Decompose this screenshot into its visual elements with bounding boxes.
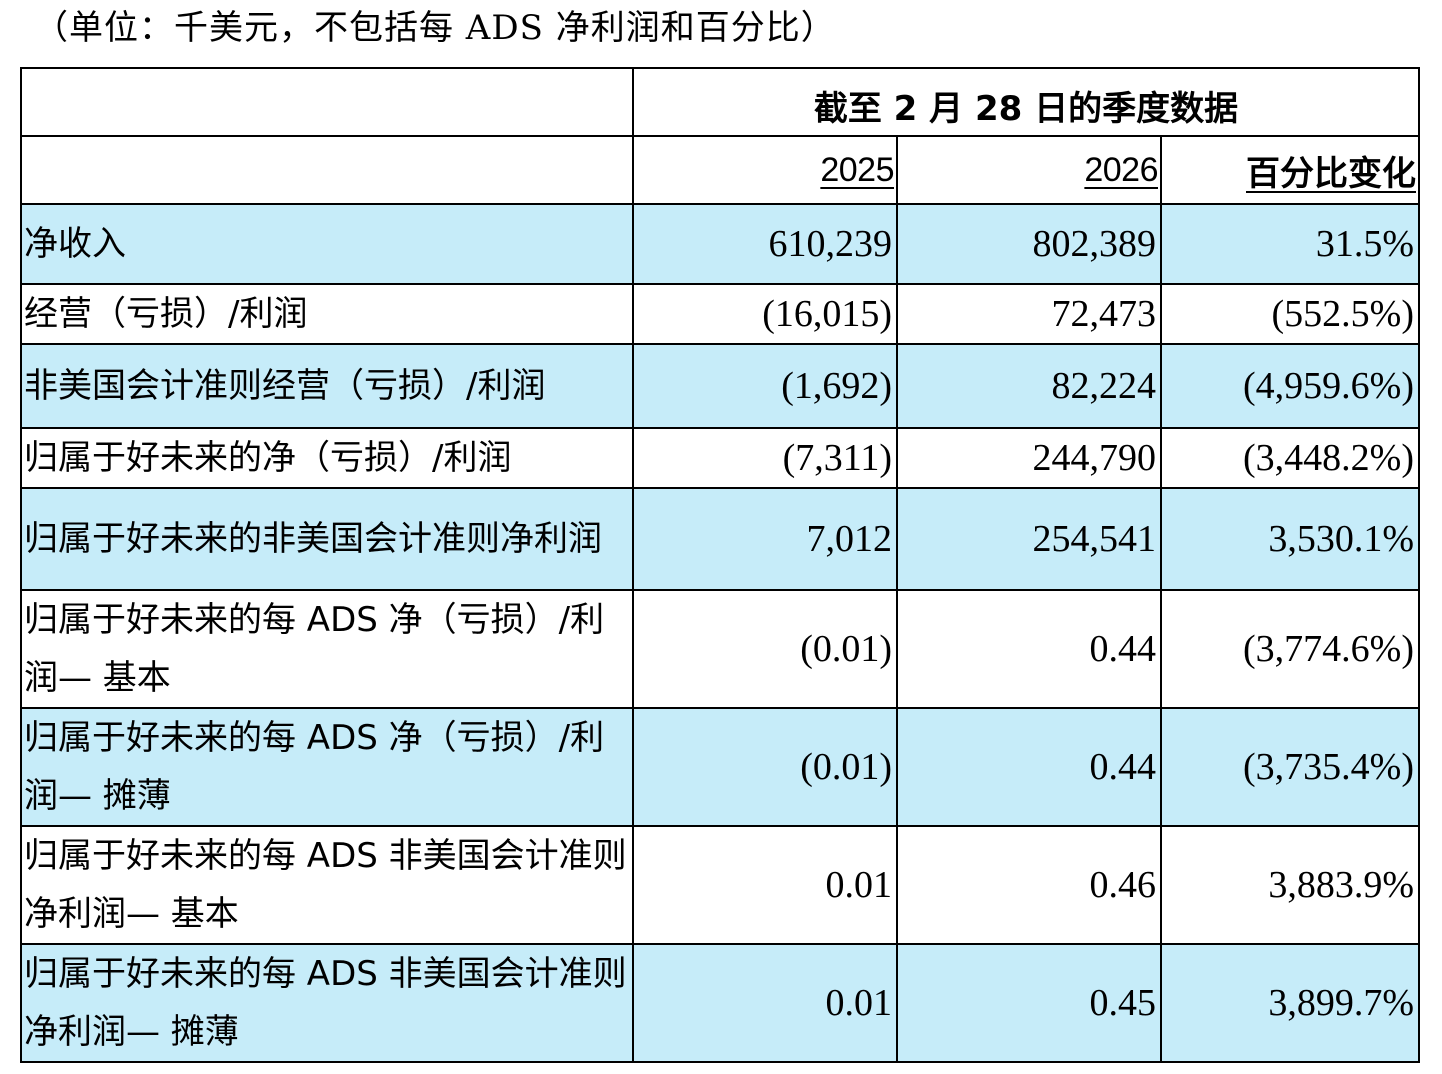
column-header-2025: 2025 — [632, 135, 898, 205]
value-2025: 0.01 — [632, 825, 898, 945]
value-2025: (0.01) — [632, 707, 898, 827]
value-2026: 254,541 — [896, 487, 1162, 591]
value-2026: 72,473 — [896, 283, 1162, 345]
column-header-2025-label: 2025 — [820, 151, 894, 189]
financial-summary-table: 截至 2 月 28 日的季度数据 2025 2026 百分比变化 净收入 610… — [20, 67, 1420, 1063]
row-label: 归属于好未来的每 ADS 非美国会计准则净利润— 基本 — [20, 825, 634, 945]
header-blank-cell — [20, 67, 634, 137]
table-row: 归属于好未来的非美国会计准则净利润 7,012 254,541 3,530.1% — [20, 487, 1420, 591]
row-label: 非美国会计准则经营（亏损）/利润 — [20, 343, 634, 429]
row-label: 经营（亏损）/利润 — [20, 283, 634, 345]
unit-note: （单位：千美元，不包括每 ADS 净利润和百分比） — [34, 8, 836, 48]
column-header-row: 2025 2026 百分比变化 — [20, 135, 1420, 205]
table-row: 归属于好未来的每 ADS 非美国会计准则净利润— 基本 0.01 0.46 3,… — [20, 825, 1420, 945]
row-label: 归属于好未来的非美国会计准则净利润 — [20, 487, 634, 591]
value-2026: 0.44 — [896, 589, 1162, 709]
row-label: 归属于好未来的每 ADS 非美国会计准则净利润— 摊薄 — [20, 943, 634, 1063]
value-change: (552.5%) — [1160, 283, 1420, 345]
value-2026: 0.46 — [896, 825, 1162, 945]
table-row: 归属于好未来的每 ADS 非美国会计准则净利润— 摊薄 0.01 0.45 3,… — [20, 943, 1420, 1063]
value-change: 3,883.9% — [1160, 825, 1420, 945]
column-header-change-label: 百分比变化 — [1246, 153, 1416, 194]
column-header-change: 百分比变化 — [1160, 135, 1420, 205]
value-2026: 82,224 — [896, 343, 1162, 429]
value-2026: 244,790 — [896, 427, 1162, 489]
value-change: (3,448.2%) — [1160, 427, 1420, 489]
value-change: (4,959.6%) — [1160, 343, 1420, 429]
value-2025: (7,311) — [632, 427, 898, 489]
value-2025: 610,239 — [632, 203, 898, 285]
table-row: 归属于好未来的每 ADS 净（亏损）/利润— 基本 (0.01) 0.44 (3… — [20, 589, 1420, 709]
row-label: 归属于好未来的每 ADS 净（亏损）/利润— 摊薄 — [20, 707, 634, 827]
value-change: 3,899.7% — [1160, 943, 1420, 1063]
table-row: 归属于好未来的每 ADS 净（亏损）/利润— 摊薄 (0.01) 0.44 (3… — [20, 707, 1420, 827]
row-label: 归属于好未来的每 ADS 净（亏损）/利润— 基本 — [20, 589, 634, 709]
value-change: 31.5% — [1160, 203, 1420, 285]
value-2025: 7,012 — [632, 487, 898, 591]
value-change: (3,774.6%) — [1160, 589, 1420, 709]
table-row: 归属于好未来的净（亏损）/利润 (7,311) 244,790 (3,448.2… — [20, 427, 1420, 489]
value-2025: 0.01 — [632, 943, 898, 1063]
value-2026: 0.44 — [896, 707, 1162, 827]
row-label: 净收入 — [20, 203, 634, 285]
row-label: 归属于好未来的净（亏损）/利润 — [20, 427, 634, 489]
value-change: 3,530.1% — [1160, 487, 1420, 591]
period-header-row: 截至 2 月 28 日的季度数据 — [20, 67, 1420, 137]
table-row: 非美国会计准则经营（亏损）/利润 (1,692) 82,224 (4,959.6… — [20, 343, 1420, 429]
value-2026: 802,389 — [896, 203, 1162, 285]
table-row: 经营（亏损）/利润 (16,015) 72,473 (552.5%) — [20, 283, 1420, 345]
value-2025: (0.01) — [632, 589, 898, 709]
value-2025: (16,015) — [632, 283, 898, 345]
value-change: (3,735.4%) — [1160, 707, 1420, 827]
value-2026: 0.45 — [896, 943, 1162, 1063]
column-header-2026: 2026 — [896, 135, 1162, 205]
table-row: 净收入 610,239 802,389 31.5% — [20, 203, 1420, 285]
period-header: 截至 2 月 28 日的季度数据 — [632, 67, 1420, 137]
header-blank-cell — [20, 135, 634, 205]
value-2025: (1,692) — [632, 343, 898, 429]
column-header-2026-label: 2026 — [1084, 151, 1158, 189]
